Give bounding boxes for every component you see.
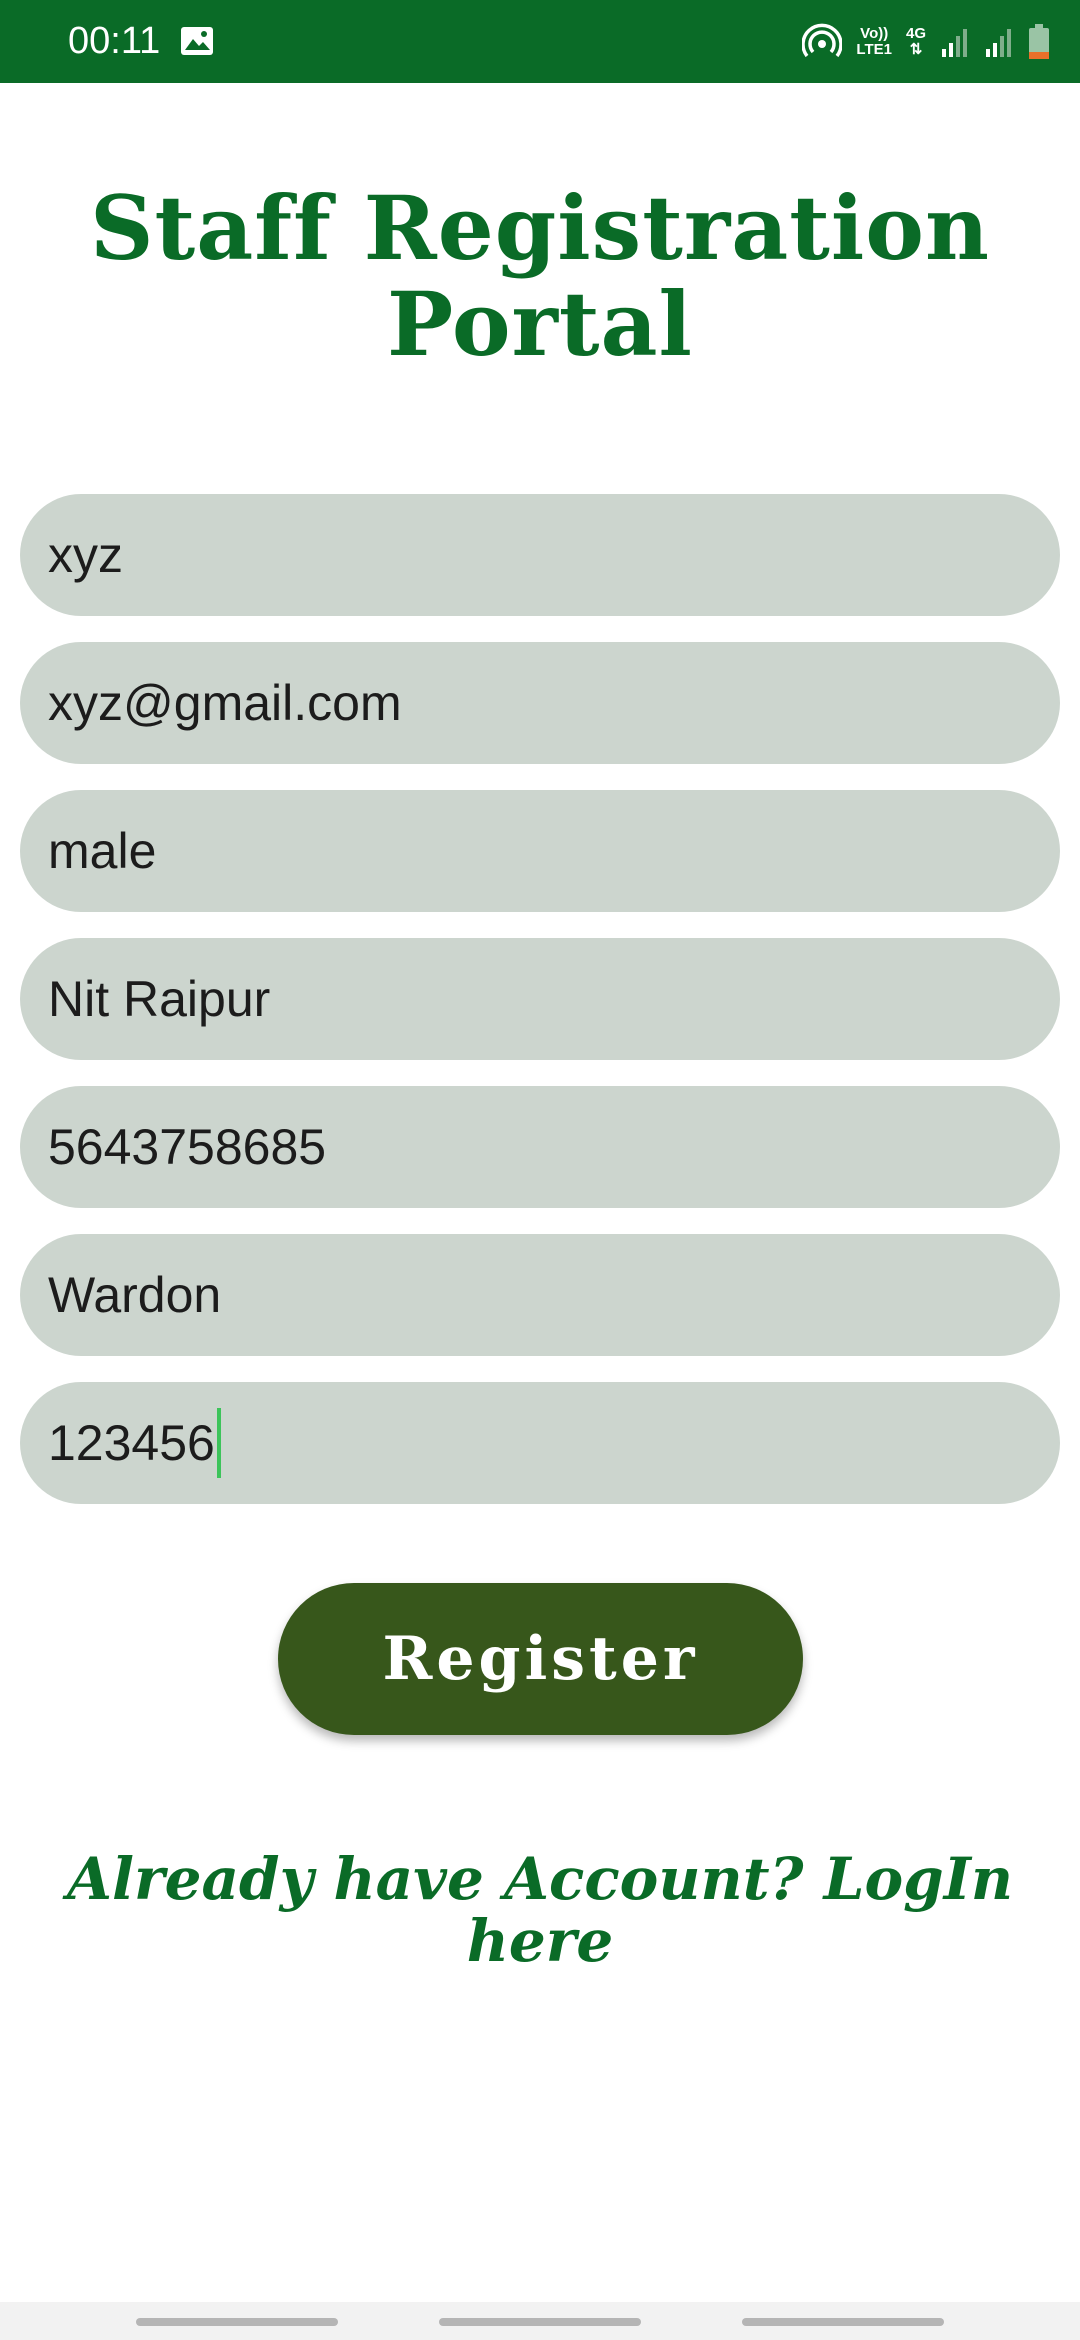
hotspot-icon (802, 23, 843, 58)
text-cursor (216, 1408, 221, 1478)
login-link-line2: here (466, 1907, 614, 1975)
nav-home-button[interactable] (439, 2318, 641, 2326)
status-bar: 00:11 Vo)) LTE1 4G ⇅ (0, 0, 1080, 83)
name-field[interactable]: xyz (20, 494, 1060, 616)
gallery-notification-icon (181, 27, 213, 55)
login-link[interactable]: Already have Account? LogIn here (40, 1848, 1040, 1972)
phone-field[interactable]: 5643758685 (20, 1086, 1060, 1208)
address-field-value: Nit Raipur (48, 971, 271, 1027)
status-time: 00:11 (68, 20, 161, 62)
nav-recents-button[interactable] (136, 2318, 338, 2326)
page-title-line2: Portal (387, 272, 693, 376)
battery-icon (1029, 24, 1049, 59)
name-field-value: xyz (48, 527, 123, 583)
phone-field-value: 5643758685 (48, 1119, 327, 1175)
network-type-label: 4G (905, 25, 926, 42)
email-field[interactable]: xyz@gmail.com (20, 642, 1060, 764)
data-arrows-icon: ⇅ (909, 41, 923, 58)
login-link-line1: Already have Account? LogIn (66, 1845, 1013, 1913)
volte-line2: LTE1 (856, 41, 892, 58)
network-type-indicator: 4G ⇅ (906, 26, 926, 58)
nav-back-button[interactable] (742, 2318, 944, 2326)
gender-field-value: male (48, 823, 157, 879)
gender-field[interactable]: male (20, 790, 1060, 912)
register-button[interactable]: Register (278, 1583, 803, 1735)
signal-icon-sim1 (942, 29, 967, 57)
designation-field[interactable]: Wardon (20, 1234, 1060, 1356)
register-button-label: Register (382, 1624, 699, 1694)
password-field[interactable]: 123456 (20, 1382, 1060, 1504)
volte-line1: Vo)) (860, 25, 889, 42)
volte-indicator: Vo)) LTE1 (856, 26, 892, 58)
designation-field-value: Wardon (48, 1267, 222, 1323)
address-field[interactable]: Nit Raipur (20, 938, 1060, 1060)
page-title-line1: Staff Registration (90, 176, 990, 280)
email-field-value: xyz@gmail.com (48, 675, 402, 731)
password-field-value: 123456 (48, 1415, 215, 1471)
signal-icon-sim2 (986, 29, 1011, 57)
system-nav-bar (0, 2302, 1080, 2340)
page-title: Staff Registration Portal (40, 180, 1040, 372)
